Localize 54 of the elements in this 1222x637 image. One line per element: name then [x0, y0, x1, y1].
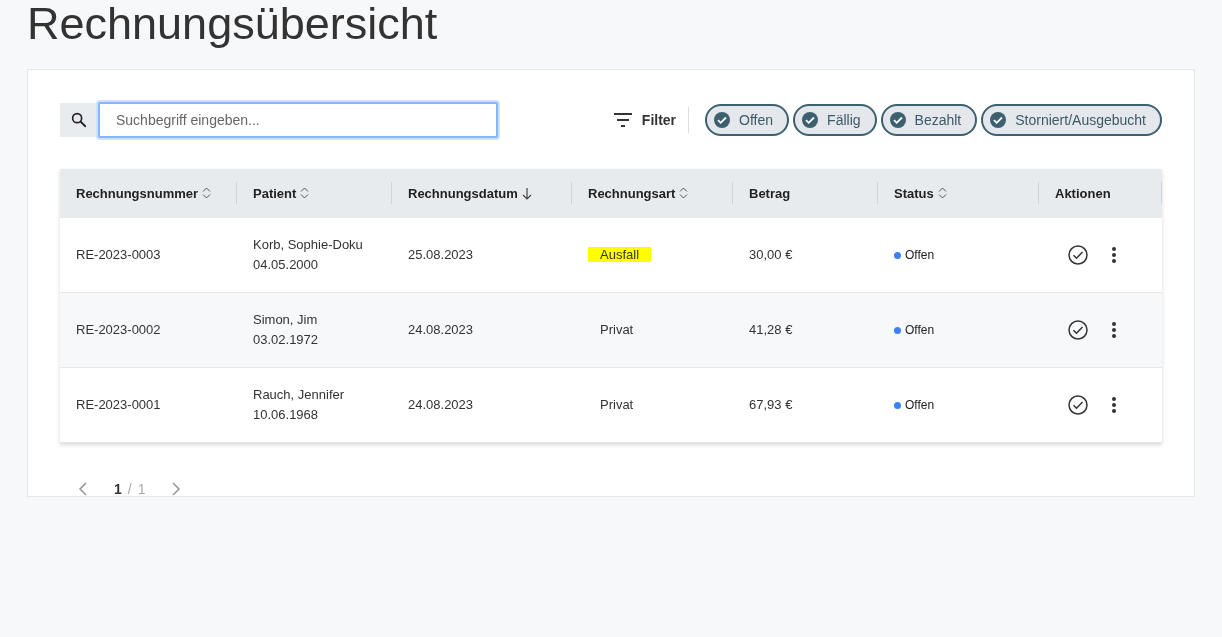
status-text: Offen — [905, 398, 935, 412]
column-header[interactable]: Aktionen — [1039, 182, 1162, 204]
birth-date: 03.02.1972 — [253, 331, 320, 349]
column-header[interactable]: Rechnungsnummer — [60, 182, 237, 204]
patient-name: Simon, Jim — [253, 311, 319, 329]
table-cell-text: RE-2023-0003 — [75, 246, 162, 264]
filter-chip[interactable]: Bezahlt — [880, 104, 978, 136]
sort-descending-icon[interactable] — [521, 186, 532, 200]
next-page-button[interactable] — [171, 482, 182, 496]
search-field[interactable]: Suchbegriff eingeben... — [98, 102, 498, 138]
birth-date: 10.06.1968 — [253, 406, 320, 424]
invoice-type: Ausfall — [588, 247, 652, 262]
invoice-type: Privat — [599, 397, 635, 412]
table-cell-text: 41,28 € — [748, 321, 794, 339]
check-circle-button[interactable] — [1067, 244, 1089, 266]
column-header[interactable]: Betrag — [733, 182, 878, 204]
check-circle-button[interactable] — [1067, 319, 1089, 341]
column-header[interactable]: Rechnungsdatum — [392, 182, 572, 204]
table-cell-text: 25.08.2023 — [407, 246, 475, 264]
search-icon — [70, 111, 88, 129]
filter-chip[interactable]: Fällig — [793, 104, 877, 136]
previous-page-button[interactable] — [78, 482, 88, 496]
patient-name: Rauch, Jennifer — [253, 386, 346, 404]
check-circle-icon — [888, 111, 907, 129]
birth-date: 04.05.2000 — [253, 256, 320, 274]
page-title: Rechnungsübersicht — [27, 0, 439, 48]
status-text: Offen — [905, 248, 935, 262]
patient-name: Korb, Sophie-Doku — [253, 236, 364, 254]
column-header[interactable]: Patient — [237, 182, 392, 204]
table-cell-text: RE-2023-0002 — [75, 321, 162, 339]
page-separator: / — [127, 481, 132, 497]
invoice-type: Privat — [599, 322, 635, 337]
check-circle-button[interactable] — [1067, 394, 1089, 416]
search-button[interactable] — [60, 103, 98, 137]
check-circle-icon — [801, 111, 820, 129]
more-options-button[interactable] — [1111, 396, 1117, 414]
table-cell-text: 30,00 € — [748, 246, 794, 264]
filter-chip[interactable]: Storniert/Ausgebucht — [981, 104, 1162, 136]
column-header[interactable]: Status — [878, 182, 1039, 204]
current-page: 1 — [114, 481, 122, 497]
filter-chip[interactable]: Offen — [705, 104, 790, 136]
more-options-button[interactable] — [1111, 321, 1117, 339]
table-cell-text: 67,93 € — [748, 396, 794, 414]
status-text: Offen — [905, 323, 935, 337]
check-circle-icon — [713, 111, 732, 129]
table-cell-text: 24.08.2023 — [407, 321, 475, 339]
more-options-button[interactable] — [1111, 246, 1117, 264]
check-circle-icon — [989, 111, 1008, 129]
filter-button[interactable]: Filter — [613, 107, 690, 133]
filter-icon — [613, 113, 632, 127]
table-cell-text: RE-2023-0001 — [75, 396, 162, 414]
column-header[interactable]: Rechnungsart — [572, 182, 733, 204]
total-pages: 1 — [137, 481, 146, 497]
table-cell-text: 24.08.2023 — [407, 396, 475, 414]
